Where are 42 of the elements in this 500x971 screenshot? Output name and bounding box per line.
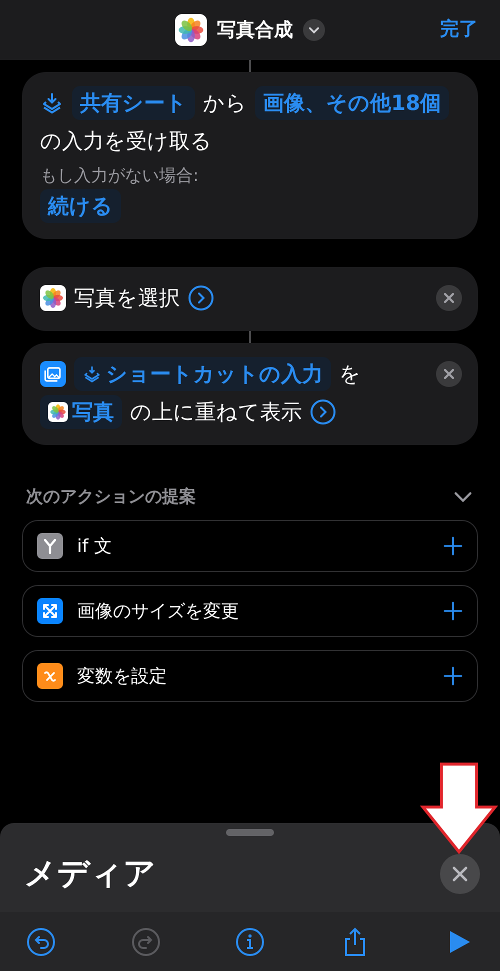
action-card[interactable]: 共有シート から 画像、その他18個 の入力を受け取る もし入力がない場合: 続ける bbox=[22, 72, 478, 239]
chevron-down-icon[interactable] bbox=[303, 19, 325, 41]
action-text: 写真を選択 bbox=[74, 285, 180, 312]
action-text: の入力を受け取る bbox=[40, 128, 212, 155]
info-icon[interactable] bbox=[235, 926, 265, 956]
sheet-title: メディア bbox=[24, 853, 156, 894]
images-icon bbox=[40, 361, 66, 387]
plus-icon[interactable] bbox=[443, 601, 463, 621]
suggestion-row[interactable]: 画像のサイズを変更 bbox=[22, 585, 478, 637]
flower-icon bbox=[48, 402, 68, 422]
action-card[interactable]: 写真を選択 bbox=[22, 267, 478, 331]
suggestion-label: if 文 bbox=[77, 535, 114, 558]
action-text: から bbox=[203, 90, 247, 117]
suggestion-row[interactable]: 変数を設定 bbox=[22, 650, 478, 702]
suggestion-label: 変数を設定 bbox=[77, 665, 168, 688]
fallback-label: もし入力がない場合: bbox=[40, 165, 200, 187]
plus-icon[interactable] bbox=[443, 666, 463, 686]
suggestion-label: 画像のサイズを変更 bbox=[77, 600, 240, 623]
variable-token[interactable]: 写真 bbox=[40, 395, 122, 429]
flower-icon bbox=[175, 14, 207, 46]
done-button[interactable]: 完了 bbox=[440, 16, 478, 42]
sheet-handle[interactable] bbox=[226, 829, 274, 836]
delete-icon[interactable] bbox=[436, 361, 462, 387]
variable-token[interactable]: ショートカットの入力 bbox=[74, 357, 331, 391]
plus-icon[interactable] bbox=[443, 536, 463, 556]
delete-icon[interactable] bbox=[436, 285, 462, 311]
parameter-token[interactable]: 共有シート bbox=[72, 86, 195, 120]
parameter-token[interactable]: 続ける bbox=[40, 189, 121, 223]
layers-icon bbox=[40, 91, 64, 115]
expand-icon[interactable] bbox=[310, 399, 336, 425]
shortcut-title[interactable]: 写真合成 bbox=[217, 17, 293, 43]
action-card[interactable]: ショートカットの入力 を 写真 の上に重ねて表示 bbox=[22, 343, 478, 445]
close-icon[interactable] bbox=[440, 854, 480, 894]
flower-icon bbox=[40, 285, 66, 311]
action-text: の上に重ねて表示 bbox=[130, 399, 302, 426]
section-title: 次のアクションの提案 bbox=[26, 486, 196, 508]
expand-icon[interactable] bbox=[188, 285, 214, 311]
layers-icon bbox=[82, 364, 102, 384]
parameter-token[interactable]: 画像、その他18個 bbox=[255, 86, 450, 120]
suggestion-row[interactable]: if 文 bbox=[22, 520, 478, 572]
undo-icon[interactable] bbox=[26, 926, 56, 956]
action-text: を bbox=[339, 361, 361, 388]
